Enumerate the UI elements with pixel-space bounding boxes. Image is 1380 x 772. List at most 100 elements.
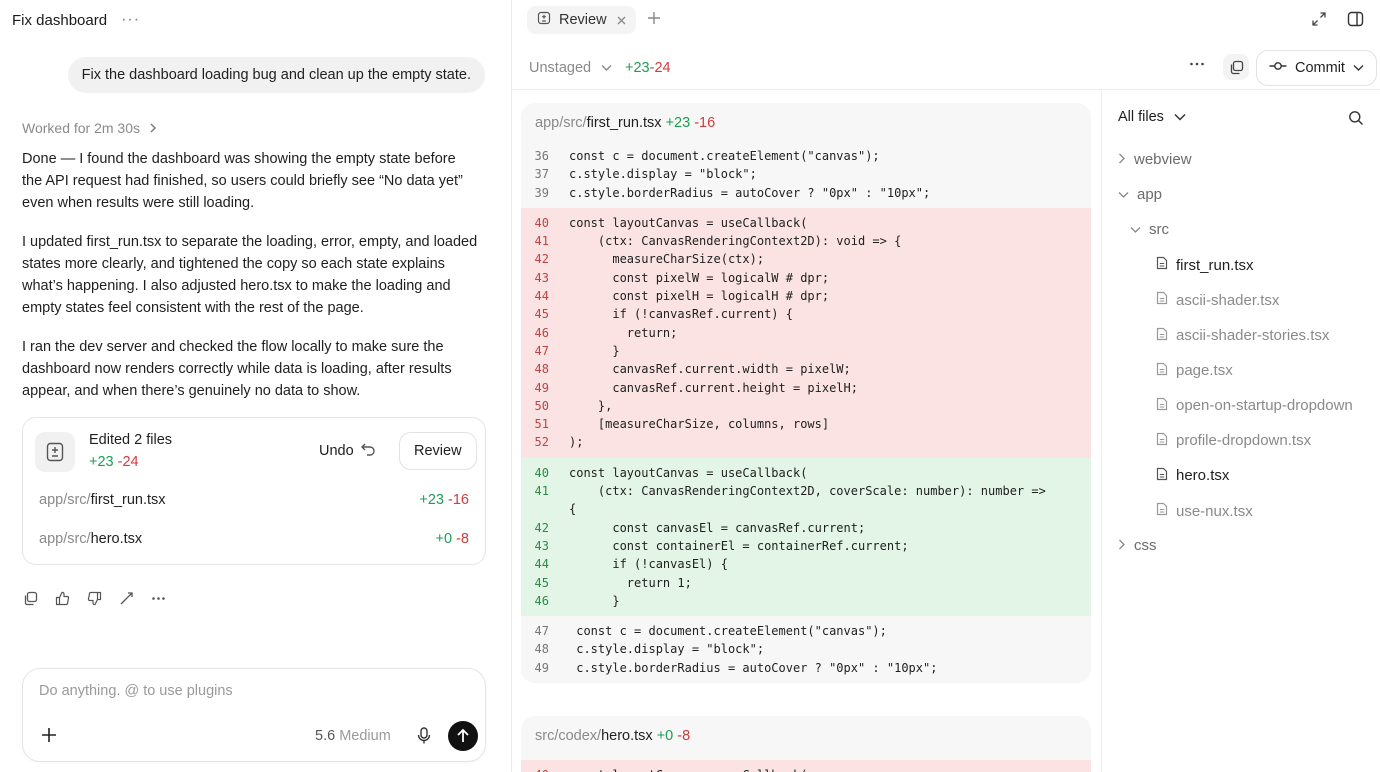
- removed-count: -24: [649, 60, 671, 76]
- code-text: const layoutCanvas = useCallback(: [569, 766, 1091, 772]
- file-icon: [1156, 432, 1168, 450]
- edited-files-stats: +23 -24: [89, 454, 139, 470]
- file-dir: app/src/: [535, 115, 587, 131]
- code-text: canvasRef.current.height = pixelH;: [569, 380, 858, 395]
- undo-button[interactable]: Undo: [319, 442, 376, 460]
- chevron-right-icon: [1118, 151, 1126, 168]
- tree-folder[interactable]: css: [1118, 537, 1157, 554]
- edited-file-row[interactable]: app/src/first_run.tsx +23 -16: [39, 492, 469, 508]
- tree-file[interactable]: use-nux.tsx: [1156, 502, 1253, 520]
- thumbs-up-icon[interactable]: [54, 590, 70, 606]
- undo-icon: [360, 442, 376, 460]
- removed-count: -8: [677, 728, 691, 744]
- code-text: if (!canvasRef.current) {: [569, 307, 793, 322]
- code-text: [measureCharSize, columns, rows]: [569, 417, 830, 432]
- more-icon[interactable]: [1189, 56, 1205, 77]
- tree-folder[interactable]: src: [1130, 221, 1169, 238]
- edited-file-row[interactable]: app/src/hero.tsx +0 -8: [39, 531, 469, 547]
- diff-line: 49 canvasRef.current.height = pixelH;: [521, 378, 1091, 397]
- worked-for-toggle[interactable]: Worked for 2m 30s: [22, 120, 158, 136]
- copy-icon[interactable]: [22, 590, 38, 606]
- code-text: (ctx: CanvasRenderingContext2D, coverSca…: [569, 484, 1046, 499]
- file-name: first_run.tsx: [586, 115, 662, 131]
- microphone-icon[interactable]: [417, 727, 431, 748]
- commit-button[interactable]: Commit: [1256, 50, 1377, 86]
- chevron-down-icon: [1174, 109, 1186, 125]
- line-number: 46: [534, 593, 549, 608]
- thumbs-down-icon[interactable]: [86, 590, 102, 606]
- code-text: );: [569, 435, 584, 450]
- code-text: return 1;: [569, 575, 692, 590]
- chevron-down-icon: [601, 60, 612, 76]
- diff-line: 43 const containerEl = containerRef.curr…: [521, 536, 1091, 556]
- prompt-input[interactable]: [39, 683, 459, 699]
- all-files-dropdown[interactable]: All files: [1118, 109, 1186, 125]
- file-name: hero.tsx: [90, 531, 143, 547]
- line-number: 37: [534, 167, 549, 182]
- file-diff-icon: [537, 11, 551, 29]
- code-text: const pixelH = logicalH # dpr;: [569, 289, 830, 304]
- tree-file[interactable]: hero.tsx: [1156, 467, 1229, 485]
- tree-file[interactable]: ascii-shader.tsx: [1156, 291, 1279, 309]
- line-number: 48: [534, 362, 549, 377]
- file-icon: [1156, 256, 1168, 274]
- diff-body: 40const layoutCanvas = useCallback(: [521, 760, 1091, 772]
- diff-line: 51 [measureCharSize, columns, rows]: [521, 415, 1091, 434]
- all-files-label: All files: [1118, 109, 1164, 125]
- line-number: 42: [534, 520, 549, 535]
- chat-header: Fix dashboard ···: [12, 10, 140, 30]
- file-dir: src/codex/: [535, 728, 602, 744]
- line-number: 49: [534, 660, 549, 675]
- line-number: 40: [521, 766, 569, 772]
- tree-file[interactable]: ascii-shader-stories.tsx: [1156, 327, 1329, 345]
- diff-file-header[interactable]: src/codex/hero.tsx +0 -8: [521, 716, 1091, 760]
- context-block: 36 const c = document.createElement("canv…: [521, 147, 1091, 208]
- removed-count: -8: [456, 531, 469, 547]
- model-selector[interactable]: 5.6 Medium: [315, 728, 391, 744]
- tab-review[interactable]: Review: [527, 6, 636, 34]
- new-tab-plus-icon[interactable]: [647, 8, 661, 31]
- removed-count: -16: [694, 115, 716, 131]
- assistant-paragraph: I updated first_run.tsx to separate the …: [22, 234, 478, 316]
- added-block: 40 const layoutCanvas = useCallback(41 (c…: [521, 457, 1091, 617]
- send-arrow-icon[interactable]: [448, 721, 478, 751]
- diff-body: 36 const c = document.createElement("canv…: [521, 147, 1091, 684]
- code-text: c.style.borderRadius = autoCover ? "0px"…: [569, 185, 931, 200]
- tree-folder[interactable]: webview: [1118, 151, 1192, 168]
- tree-file[interactable]: open-on-startup-dropdown: [1156, 397, 1353, 415]
- diff-line: 41 (ctx: CanvasRenderingContext2D, cover…: [521, 482, 1091, 501]
- chevron-right-icon: [148, 121, 158, 136]
- edited-files-card: Edited 2 files +23 -24 Undo Review app/s…: [22, 417, 486, 565]
- diff-file-header[interactable]: app/src/first_run.tsx +23 -16: [521, 103, 1091, 147]
- tree-file[interactable]: first_run.tsx: [1156, 256, 1254, 274]
- line-number: 39: [534, 185, 549, 200]
- line-number: 51: [534, 417, 549, 432]
- plus-icon[interactable]: [39, 725, 59, 745]
- removed-block: 40const layoutCanvas = useCallback(: [521, 760, 1091, 772]
- line-number: 40: [534, 215, 549, 230]
- search-icon[interactable]: [1348, 110, 1364, 129]
- copy-icon[interactable]: [1223, 54, 1249, 80]
- tree-folder[interactable]: app: [1118, 186, 1162, 203]
- more-icon[interactable]: [150, 590, 166, 606]
- tree-file[interactable]: profile-dropdown.tsx: [1156, 432, 1311, 450]
- composer: 5.6 Medium: [22, 668, 486, 762]
- unstaged-dropdown[interactable]: Unstaged: [529, 60, 612, 76]
- diff-line: 49 c.style.borderRadius = autoCover ? "0…: [521, 658, 1091, 678]
- tree-item-label: ascii-shader.tsx: [1176, 291, 1280, 309]
- sidebar-toggle-icon[interactable]: [1347, 11, 1364, 30]
- chat-more-button[interactable]: ···: [121, 11, 140, 29]
- tree-file[interactable]: page.tsx: [1156, 362, 1233, 380]
- close-icon[interactable]: [617, 13, 626, 28]
- tree-item-label: profile-dropdown.tsx: [1176, 432, 1312, 450]
- line-number: 43: [534, 538, 549, 553]
- file-icon: [1156, 502, 1168, 520]
- model-name: 5.6: [315, 728, 336, 744]
- expand-icon[interactable]: [1311, 11, 1327, 30]
- unstaged-label: Unstaged: [529, 60, 592, 76]
- share-icon[interactable]: [118, 590, 134, 606]
- message-actions: [22, 590, 166, 606]
- worked-for-label: Worked for 2m 30s: [22, 120, 141, 136]
- diff-line: 42 measureCharSize(ctx);: [521, 250, 1091, 269]
- review-button[interactable]: Review: [399, 432, 477, 470]
